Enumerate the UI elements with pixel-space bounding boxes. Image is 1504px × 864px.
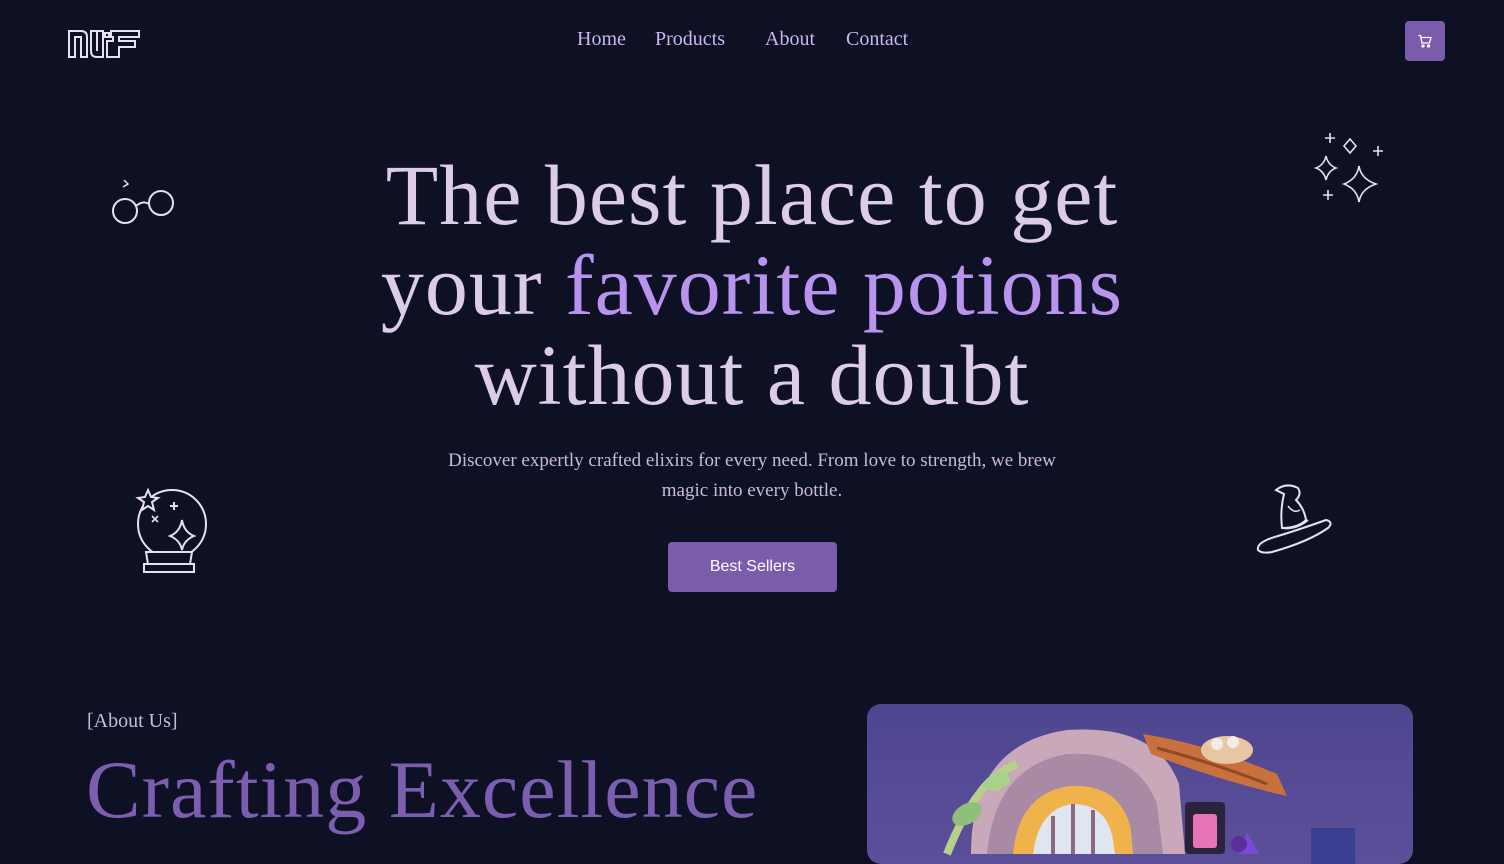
hero-subtitle: Discover expertly crafted elixirs for ev… bbox=[448, 450, 1056, 501]
about-heading: Crafting Excellence bbox=[86, 744, 759, 835]
hero-title-line2-start: your bbox=[380, 237, 543, 333]
hero-title: The best place to get your favorite poti… bbox=[300, 150, 1204, 420]
nav-contact-link[interactable]: Contact bbox=[846, 26, 908, 52]
main-nav: Home Products About Contact bbox=[0, 26, 1504, 54]
about-image bbox=[867, 704, 1413, 864]
sparkles-icon bbox=[1313, 133, 1383, 203]
glasses-icon bbox=[112, 179, 174, 224]
nav-home-link[interactable]: Home bbox=[577, 26, 626, 52]
hero-title-highlight: favorite potions bbox=[564, 237, 1124, 333]
hero-title-line3: without a doubt bbox=[474, 327, 1030, 423]
best-sellers-button[interactable]: Best Sellers bbox=[668, 542, 837, 592]
cart-icon bbox=[1418, 34, 1432, 48]
nav-about-link[interactable]: About bbox=[765, 26, 815, 52]
cart-button[interactable] bbox=[1405, 21, 1445, 61]
nav-products-link[interactable]: Products bbox=[655, 26, 725, 52]
about-tag: [About Us] bbox=[87, 710, 178, 732]
hero-title-line1: The best place to get bbox=[385, 147, 1119, 243]
wizard-hat-icon bbox=[1256, 484, 1332, 554]
crystal-ball-icon bbox=[135, 487, 207, 573]
